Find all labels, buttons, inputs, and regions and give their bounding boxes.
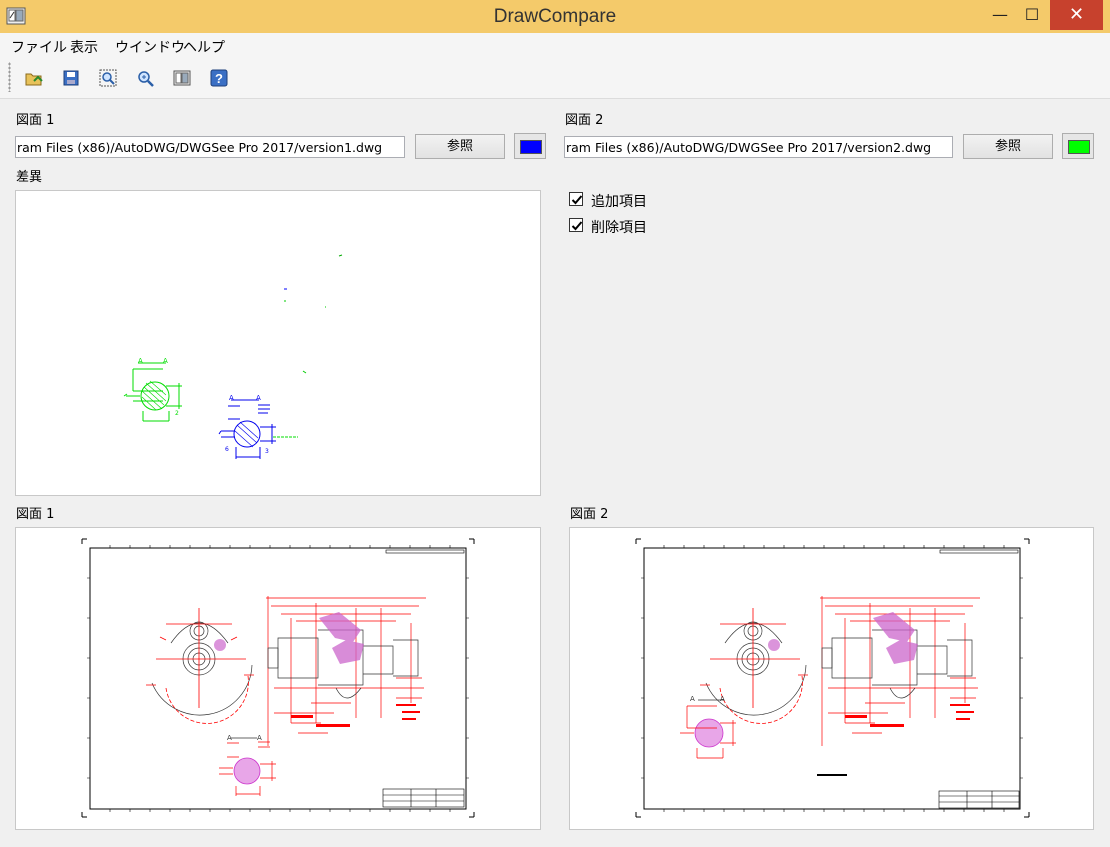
- drawing1-color-swatch: [520, 140, 542, 154]
- deleted-items-checkbox[interactable]: [569, 218, 583, 232]
- save-icon[interactable]: [62, 69, 80, 87]
- toolbar-grip[interactable]: [8, 62, 11, 92]
- svg-text:A: A: [690, 695, 695, 703]
- preview1-view[interactable]: A A: [15, 527, 541, 830]
- svg-text:A: A: [720, 695, 725, 703]
- drawing2-browse-button[interactable]: 参照: [963, 134, 1053, 159]
- drawing1-browse-button[interactable]: 参照: [415, 134, 505, 159]
- deleted-section-graphic: A A 3 6: [218, 394, 276, 459]
- preview2-label: 図面 2: [570, 507, 609, 522]
- drawing2-label: 図面 2: [565, 113, 604, 128]
- svg-text:2: 2: [175, 410, 179, 417]
- svg-text:A: A: [257, 734, 262, 742]
- close-button[interactable]: ✕: [1050, 0, 1103, 30]
- drawing1-label: 図面 1: [16, 113, 55, 128]
- open-icon[interactable]: [25, 69, 43, 87]
- drawing2-color-swatch: [1068, 140, 1090, 154]
- zoom-extents-icon[interactable]: [99, 69, 117, 87]
- svg-text:3: 3: [265, 448, 269, 455]
- menu-window[interactable]: ウインドウ: [115, 37, 185, 57]
- drawing2-preview: A A: [635, 538, 1030, 818]
- checkmark-icon: [571, 195, 583, 205]
- help-icon[interactable]: ?: [210, 69, 228, 87]
- menu-view[interactable]: 表示: [70, 37, 98, 57]
- preview2-view[interactable]: A A: [569, 527, 1094, 830]
- menu-bar: ファイル 表示 ウインドウ ヘルプ: [0, 33, 1110, 58]
- drawing1-path-input[interactable]: ram Files (x86)/AutoDWG/DWGSee Pro 2017/…: [15, 136, 405, 158]
- drawing1-preview: A A: [81, 538, 475, 818]
- svg-text:6: 6: [225, 446, 229, 453]
- title-bar: DrawCompare — ☐ ✕: [0, 0, 1110, 33]
- diff-label: 差異: [16, 170, 43, 185]
- svg-text:A: A: [227, 734, 232, 742]
- drawing1-color-button[interactable]: [514, 133, 546, 159]
- svg-text:?: ?: [215, 71, 223, 86]
- drawing2-path-input[interactable]: ram Files (x86)/AutoDWG/DWGSee Pro 2017/…: [564, 136, 953, 158]
- deleted-items-label[interactable]: 削除項目: [591, 217, 647, 237]
- added-items-checkbox[interactable]: [569, 192, 583, 206]
- svg-text:A: A: [138, 357, 143, 365]
- preview1-label: 図面 1: [16, 507, 55, 522]
- drawing2-color-button[interactable]: [1062, 133, 1094, 159]
- window-title: DrawCompare: [493, 6, 617, 27]
- menu-help[interactable]: ヘルプ: [183, 37, 225, 57]
- maximize-button[interactable]: ☐: [1014, 0, 1050, 30]
- svg-text:A: A: [256, 394, 261, 402]
- checkmark-icon: [571, 221, 583, 231]
- svg-text:A: A: [163, 357, 168, 365]
- added-items-label[interactable]: 追加項目: [591, 191, 647, 211]
- diff-view[interactable]: A A 2 A A 3 6: [15, 190, 541, 496]
- added-section-graphic: A A 2: [123, 357, 182, 422]
- svg-text:A: A: [229, 394, 234, 402]
- menu-file[interactable]: ファイル: [11, 37, 67, 57]
- zoom-window-icon[interactable]: [136, 69, 154, 87]
- toolbar: ?: [0, 58, 1110, 99]
- compare-icon[interactable]: [173, 69, 191, 87]
